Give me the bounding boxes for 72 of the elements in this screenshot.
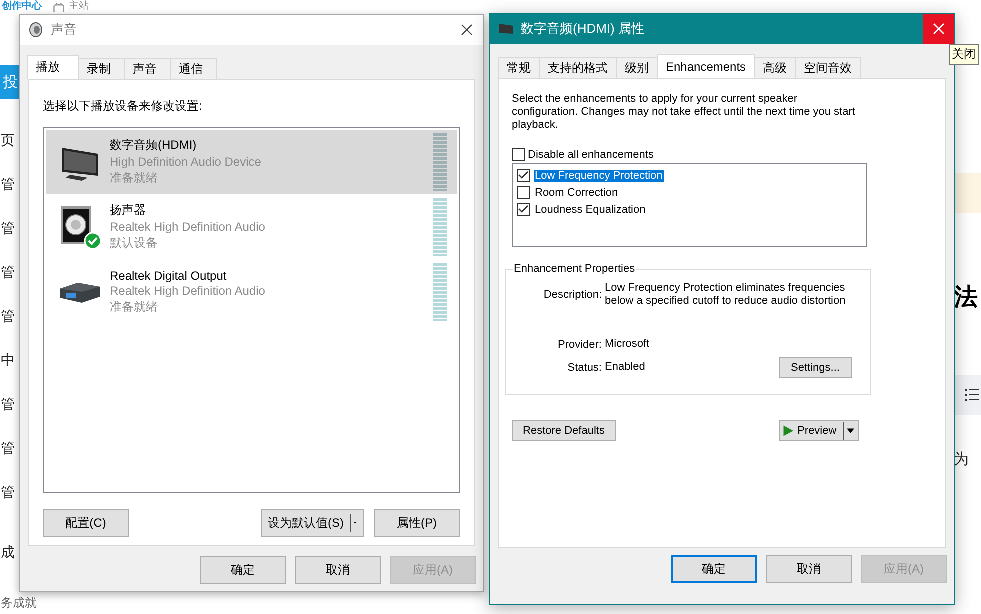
device-status: 准备就绪: [110, 170, 159, 187]
sidebar-item[interactable]: 管: [1, 484, 16, 500]
level-meter-drawing: [433, 133, 447, 191]
tooltip: 关闭: [949, 44, 979, 65]
close-icon[interactable]: [461, 24, 473, 36]
tab[interactable]: 常规: [498, 57, 540, 78]
device-driver: Realtek High Definition Audio: [110, 220, 266, 234]
window-title: 数字音频(HDMI) 属性: [521, 20, 644, 38]
play-icon: [783, 424, 794, 438]
enhancement-item[interactable]: Room Correction: [534, 186, 620, 198]
sidebar-item[interactable]: 管: [1, 264, 16, 280]
disable-all-checkbox[interactable]: Disable all enhancements: [512, 148, 925, 161]
property-value: Enabled: [605, 361, 646, 374]
site-logo[interactable]: 创作中心: [0, 0, 45, 14]
notice-band: [954, 173, 981, 213]
article-text: 为: [954, 450, 970, 469]
device-item[interactable]: Realtek Digital Output Realtek High Definition Audio 准备就绪: [46, 260, 457, 324]
property-label: Provider:: [556, 338, 603, 350]
tab[interactable]: 通信: [170, 58, 217, 79]
device-driver: Realtek High Definition Audio: [110, 284, 266, 298]
intro-text: Select the enhancements to apply for your current speaker configuration. Changes may not take effect until the next time you start playback.: [512, 93, 856, 132]
sidebar-item[interactable]: 管: [1, 176, 16, 192]
article-heading: 法: [954, 283, 979, 313]
dialog-button[interactable]: 确定: [671, 555, 757, 583]
dialog-button[interactable]: 取消: [766, 555, 852, 583]
enhancement-item[interactable]: Low Frequency Protection: [534, 170, 664, 182]
tab[interactable]: 空间音效: [795, 57, 862, 78]
property-label: Description:: [542, 289, 603, 301]
tab[interactable]: Enhancements: [657, 54, 756, 78]
sidebar-item[interactable]: 务成就: [1, 596, 37, 610]
properties-button[interactable]: 属性(P): [374, 509, 460, 537]
level-meter-drawing: [433, 198, 447, 256]
device-name: 扬声器: [110, 202, 147, 219]
level-meter-drawing: [433, 263, 447, 321]
speaker-icon: [29, 22, 43, 38]
device-name: Realtek Digital Output: [110, 268, 228, 282]
checkbox[interactable]: [517, 203, 530, 216]
restore-defaults-button[interactable]: Restore Defaults: [512, 420, 616, 441]
enhancement-item[interactable]: Loudness Equalization: [534, 204, 647, 216]
property-value: Low Frequency Protection eliminates frequencies below a specified cutoff to reduce audio distortion: [605, 282, 847, 308]
configure-button[interactable]: 配置(C): [43, 509, 129, 537]
sidebar-item[interactable]: 管: [1, 308, 16, 324]
preview-button[interactable]: Preview: [779, 420, 859, 441]
device-name: 数字音频(HDMI): [110, 137, 198, 154]
group-title: Enhancement Properties: [513, 263, 636, 275]
instruction-text: 选择以下播放设备来修改设置:: [43, 98, 204, 115]
device-driver: High Definition Audio Device: [110, 155, 262, 169]
sidebar-item[interactable]: 成: [1, 544, 16, 560]
sidebar-item[interactable]: 页: [1, 132, 16, 148]
checkbox[interactable]: [517, 169, 530, 182]
device-status: 默认设备: [110, 235, 159, 252]
window-title: 声音: [51, 21, 77, 39]
device-item[interactable]: 数字音频(HDMI) High Definition Audio Device 准备就绪: [46, 130, 457, 194]
sidebar-item[interactable]: 管: [1, 220, 16, 236]
close-icon[interactable]: [923, 14, 954, 44]
dropdown-icon[interactable]: [847, 428, 855, 434]
nav-link[interactable]: 主站: [69, 0, 89, 14]
settings-button[interactable]: Settings...: [779, 357, 852, 378]
monitor-icon: [499, 23, 513, 35]
sidebar-item[interactable]: 管: [1, 440, 16, 456]
device-status: 准备就绪: [110, 298, 159, 316]
sidebar-item[interactable]: 管: [1, 396, 16, 412]
set-default-button[interactable]: 设为默认值(S): [261, 509, 364, 537]
tab[interactable]: 播放: [27, 55, 79, 79]
dialog-button[interactable]: 确定: [200, 556, 286, 584]
property-value: Microsoft: [605, 338, 651, 351]
sidebar-item[interactable]: 中: [1, 352, 16, 368]
list-icon[interactable]: [965, 389, 979, 401]
checkbox[interactable]: [517, 186, 530, 199]
dialog-button[interactable]: 取消: [295, 556, 381, 584]
device-item[interactable]: 扬声器 Realtek High Definition Audio 默认设备: [46, 195, 457, 259]
property-label: Status:: [566, 362, 603, 374]
